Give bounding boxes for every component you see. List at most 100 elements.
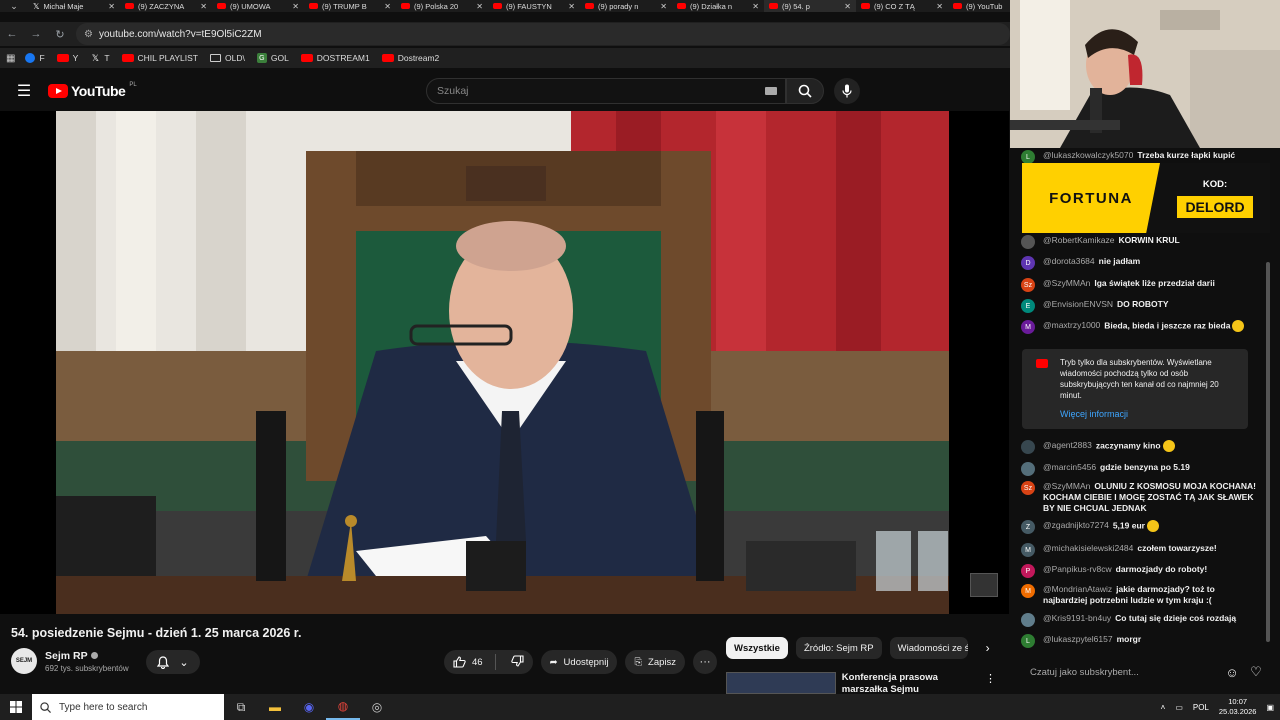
- obs-icon[interactable]: ◎: [360, 694, 394, 720]
- chat-avatar[interactable]: L: [1021, 150, 1035, 164]
- chrome-icon[interactable]: ◍: [326, 694, 360, 720]
- chevron-right-icon[interactable]: ›: [986, 641, 990, 655]
- chat-avatar[interactable]: M: [1021, 320, 1035, 334]
- chat-username[interactable]: @marcin5456: [1043, 462, 1096, 472]
- chat-username[interactable]: @RobertKamikaze: [1043, 235, 1114, 245]
- chat-message[interactable]: @Kris9191-bn4uy Co tutaj się dzieje coś r…: [1021, 613, 1257, 627]
- close-icon[interactable]: ✕: [936, 2, 943, 11]
- browser-tab[interactable]: (9) 54. p ✕: [764, 0, 856, 12]
- chat-message[interactable]: M @michakisielewski2484 czołem towarzysze!: [1021, 543, 1257, 557]
- recommended-more-icon[interactable]: ⋮: [985, 672, 996, 694]
- menu-icon[interactable]: ☰: [0, 70, 48, 112]
- chat-username[interactable]: @zgadnijkto7274: [1043, 520, 1109, 530]
- channel-avatar[interactable]: SEJM: [11, 648, 37, 674]
- chat-message[interactable]: Sz @SzyMMAn OLUNIU Z KOSMOSU MOJA KOCHANA!…: [1021, 481, 1257, 514]
- chat-username[interactable]: @MondrianAtawiz: [1043, 584, 1112, 594]
- bookmark-item[interactable]: Dostream2: [381, 53, 439, 63]
- browser-tab[interactable]: (9) TRUMP B ✕: [304, 0, 396, 12]
- recommended-video[interactable]: Konferencja prasowa marszałka Sejmu Włod…: [726, 672, 996, 694]
- chat-message[interactable]: Sz @SzyMMAn Iga świątek liże przedział dar…: [1021, 278, 1257, 292]
- chat-message[interactable]: M @maxtrzy1000 Bieda, bieda i jeszcze raz …: [1021, 320, 1257, 334]
- close-icon[interactable]: ✕: [844, 2, 851, 11]
- search-button[interactable]: [786, 78, 824, 104]
- chat-message[interactable]: @RobertKamikaze KORWIN KRUL: [1021, 235, 1257, 249]
- chat-username[interactable]: @lukaszkowalczyk5070: [1043, 150, 1133, 160]
- language-indicator[interactable]: POL: [1193, 703, 1209, 712]
- bookmark-item[interactable]: G GOL: [256, 53, 289, 63]
- chat-message[interactable]: P @Panpikus-rv8cw darmozjady do roboty!: [1021, 564, 1257, 578]
- chip-all[interactable]: Wszystkie: [726, 637, 788, 659]
- voice-search-button[interactable]: [834, 78, 860, 104]
- notification-bell-button[interactable]: ⌄: [146, 650, 200, 674]
- close-icon[interactable]: ✕: [752, 2, 759, 11]
- chat-avatar[interactable]: Sz: [1021, 278, 1035, 292]
- close-icon[interactable]: ✕: [384, 2, 391, 11]
- back-icon[interactable]: ←: [0, 22, 24, 46]
- chip-source[interactable]: Źródło: Sejm RP: [795, 637, 882, 659]
- miniplayer-icon[interactable]: [970, 573, 998, 597]
- chat-scrollbar[interactable]: [1266, 262, 1270, 642]
- chat-message[interactable]: L @lukaszpytel6157 morgr: [1021, 634, 1257, 648]
- chat-message[interactable]: E @EnvisionENVSN DO ROBOTY: [1021, 299, 1257, 313]
- chat-avatar[interactable]: E: [1021, 299, 1035, 313]
- bookmark-item[interactable]: 𝕏T: [90, 53, 110, 64]
- chat-avatar[interactable]: [1021, 440, 1035, 454]
- chat-username[interactable]: @EnvisionENVSN: [1043, 299, 1113, 309]
- chat-message[interactable]: Z @zgadnijkto7274 5,19 eur: [1021, 520, 1257, 534]
- reload-icon[interactable]: ↻: [48, 22, 72, 46]
- chat-input[interactable]: Czatuj jako subskrybent...: [1018, 667, 1220, 678]
- chevron-up-icon[interactable]: ˄: [1161, 703, 1166, 712]
- chat-avatar[interactable]: M: [1021, 543, 1035, 557]
- chat-username[interactable]: @SzyMMAn: [1043, 481, 1090, 491]
- more-info-link[interactable]: Więcej informacji: [1060, 409, 1238, 420]
- chat-username[interactable]: @michakisielewski2484: [1043, 543, 1133, 553]
- chat-username[interactable]: @Kris9191-bn4uy: [1043, 613, 1111, 623]
- url-field[interactable]: ⚙ youtube.com/watch?v=tE9Ol5iC2ZM: [76, 23, 1010, 45]
- search-input[interactable]: Szukaj: [426, 78, 786, 104]
- chat-message[interactable]: @marcin5456 gdzie benzyna po 5.19: [1021, 462, 1257, 476]
- chat-avatar[interactable]: Sz: [1021, 481, 1035, 495]
- close-icon[interactable]: ✕: [476, 2, 483, 11]
- close-icon[interactable]: ✕: [660, 2, 667, 11]
- bookmark-item[interactable]: F: [25, 53, 45, 63]
- browser-tab[interactable]: (9) Polska 20 ✕: [396, 0, 488, 12]
- emoji-icon[interactable]: ☺: [1220, 660, 1244, 684]
- bookmark-item[interactable]: CHIL PLAYLIST: [121, 53, 198, 63]
- chat-avatar[interactable]: [1021, 613, 1035, 627]
- bookmark-item[interactable]: Y: [56, 53, 78, 63]
- recommended-title[interactable]: Konferencja prasowa marszałka Sejmu Włod…: [842, 672, 979, 694]
- site-info-icon[interactable]: ⚙: [84, 29, 93, 40]
- close-icon[interactable]: ✕: [292, 2, 299, 11]
- chat-avatar[interactable]: D: [1021, 256, 1035, 270]
- keyboard-icon[interactable]: [765, 87, 777, 95]
- file-explorer-icon[interactable]: ▬: [258, 694, 292, 720]
- chat-avatar[interactable]: M: [1021, 584, 1035, 598]
- chip-news[interactable]: Wiadomości ze ś: [889, 637, 968, 659]
- heart-icon[interactable]: ♡: [1244, 660, 1268, 684]
- video-player[interactable]: [56, 111, 949, 614]
- chat-avatar[interactable]: [1021, 462, 1035, 476]
- chat-username[interactable]: @SzyMMAn: [1043, 278, 1090, 288]
- browser-tab[interactable]: (9) UMOWA ✕: [212, 0, 304, 12]
- chat-avatar[interactable]: [1021, 235, 1035, 249]
- close-icon[interactable]: ✕: [568, 2, 575, 11]
- notification-icon[interactable]: ▣: [1266, 703, 1274, 712]
- chat-username[interactable]: @maxtrzy1000: [1043, 320, 1100, 330]
- chat-avatar[interactable]: Z: [1021, 520, 1035, 534]
- taskbar-search[interactable]: Type here to search: [32, 694, 224, 720]
- chat-username[interactable]: @lukaszpytel6157: [1043, 634, 1113, 644]
- browser-tab[interactable]: (9) Działka n ✕: [672, 0, 764, 12]
- browser-tab[interactable]: (9) CO Z TĄ ✕: [856, 0, 948, 12]
- bookmark-item[interactable]: DOSTREAM1: [300, 53, 370, 63]
- browser-tab[interactable]: (9) FAUSTYN ✕: [488, 0, 580, 12]
- chat-username[interactable]: @dorota3684: [1043, 256, 1095, 266]
- dislike-button[interactable]: [502, 654, 533, 670]
- like-button[interactable]: 46: [453, 656, 483, 668]
- close-icon[interactable]: ✕: [200, 2, 207, 11]
- channel-name[interactable]: Sejm RP: [45, 650, 88, 662]
- chat-avatar[interactable]: L: [1021, 634, 1035, 648]
- browser-tab[interactable]: 𝕏 Michał Maje ✕: [28, 0, 120, 12]
- youtube-logo[interactable]: YouTube PL: [48, 82, 137, 99]
- chat-message[interactable]: @agent2883 zaczynamy kino: [1021, 440, 1257, 454]
- chat-message[interactable]: D @dorota3684 nie jadłam: [1021, 256, 1257, 270]
